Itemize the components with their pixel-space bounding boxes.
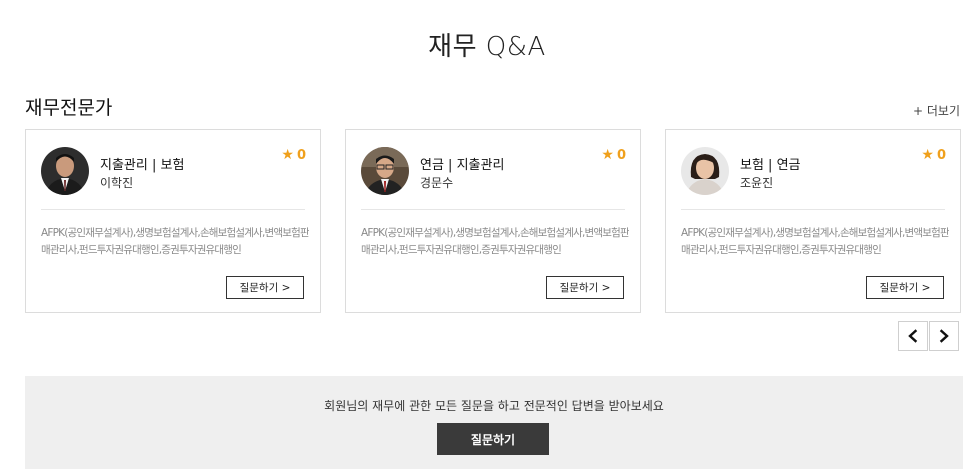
next-button[interactable]: [929, 321, 959, 351]
rating-value: 0: [296, 147, 306, 163]
ask-button[interactable]: 질문하기 >: [866, 276, 944, 299]
banner-text: 회원님의 재무에 관한 모든 질문을 하고 전문적인 답변을 받아보세요: [324, 399, 664, 413]
ask-question-button[interactable]: 질문하기: [437, 423, 549, 455]
more-link[interactable]: + 더보기: [913, 102, 960, 119]
divider: [41, 209, 305, 210]
expert-card: 지출관리 | 보험 이학진 ★ 0 AFPK(공인재무설계사),생명보험설계사,…: [25, 129, 321, 313]
chevron-right-icon: [939, 329, 949, 343]
qa-banner: 회원님의 재무에 관한 모든 질문을 하고 전문적인 답변을 받아보세요 질문하…: [25, 376, 963, 469]
chevron-left-icon: [908, 329, 918, 343]
prev-button[interactable]: [898, 321, 928, 351]
expert-qualifications: AFPK(공인재무설계사),생명보험설계사,손해보험설계사,변액보험판매관리사,…: [41, 227, 309, 256]
expert-specialty: 지출관리 | 보험: [100, 158, 185, 173]
ask-button[interactable]: 질문하기 >: [226, 276, 304, 299]
expert-qualifications: AFPK(공인재무설계사),생명보험설계사,손해보험설계사,변액보험판매관리사,…: [681, 227, 949, 256]
avatar: [361, 147, 409, 195]
expert-specialty: 보험 | 연금: [740, 158, 801, 173]
rating-value: 0: [616, 147, 626, 163]
divider: [681, 209, 945, 210]
expert-qualifications: AFPK(공인재무설계사),생명보험설계사,손해보험설계사,변액보험판매관리사,…: [361, 227, 629, 256]
page-title: 재무 Q&A: [428, 32, 546, 62]
star-icon: ★: [921, 147, 934, 163]
section-title: 재무전문가: [25, 97, 113, 119]
expert-card: 보험 | 연금 조윤진 ★ 0 AFPK(공인재무설계사),생명보험설계사,손해…: [665, 129, 961, 313]
expert-specialty: 연금 | 지출관리: [420, 158, 505, 173]
rating: ★ 0: [921, 147, 946, 163]
rating: ★ 0: [601, 147, 626, 163]
rating: ★ 0: [281, 147, 306, 163]
ask-button[interactable]: 질문하기 >: [546, 276, 624, 299]
expert-name: 조윤진: [740, 176, 774, 190]
expert-name: 경문수: [420, 176, 454, 190]
expert-card: 연금 | 지출관리 경문수 ★ 0 AFPK(공인재무설계사),생명보험설계사,…: [345, 129, 641, 313]
avatar: [41, 147, 89, 195]
star-icon: ★: [601, 147, 614, 163]
expert-name: 이학진: [100, 176, 134, 190]
avatar: [681, 147, 729, 195]
star-icon: ★: [281, 147, 294, 163]
divider: [361, 209, 625, 210]
rating-value: 0: [936, 147, 946, 163]
